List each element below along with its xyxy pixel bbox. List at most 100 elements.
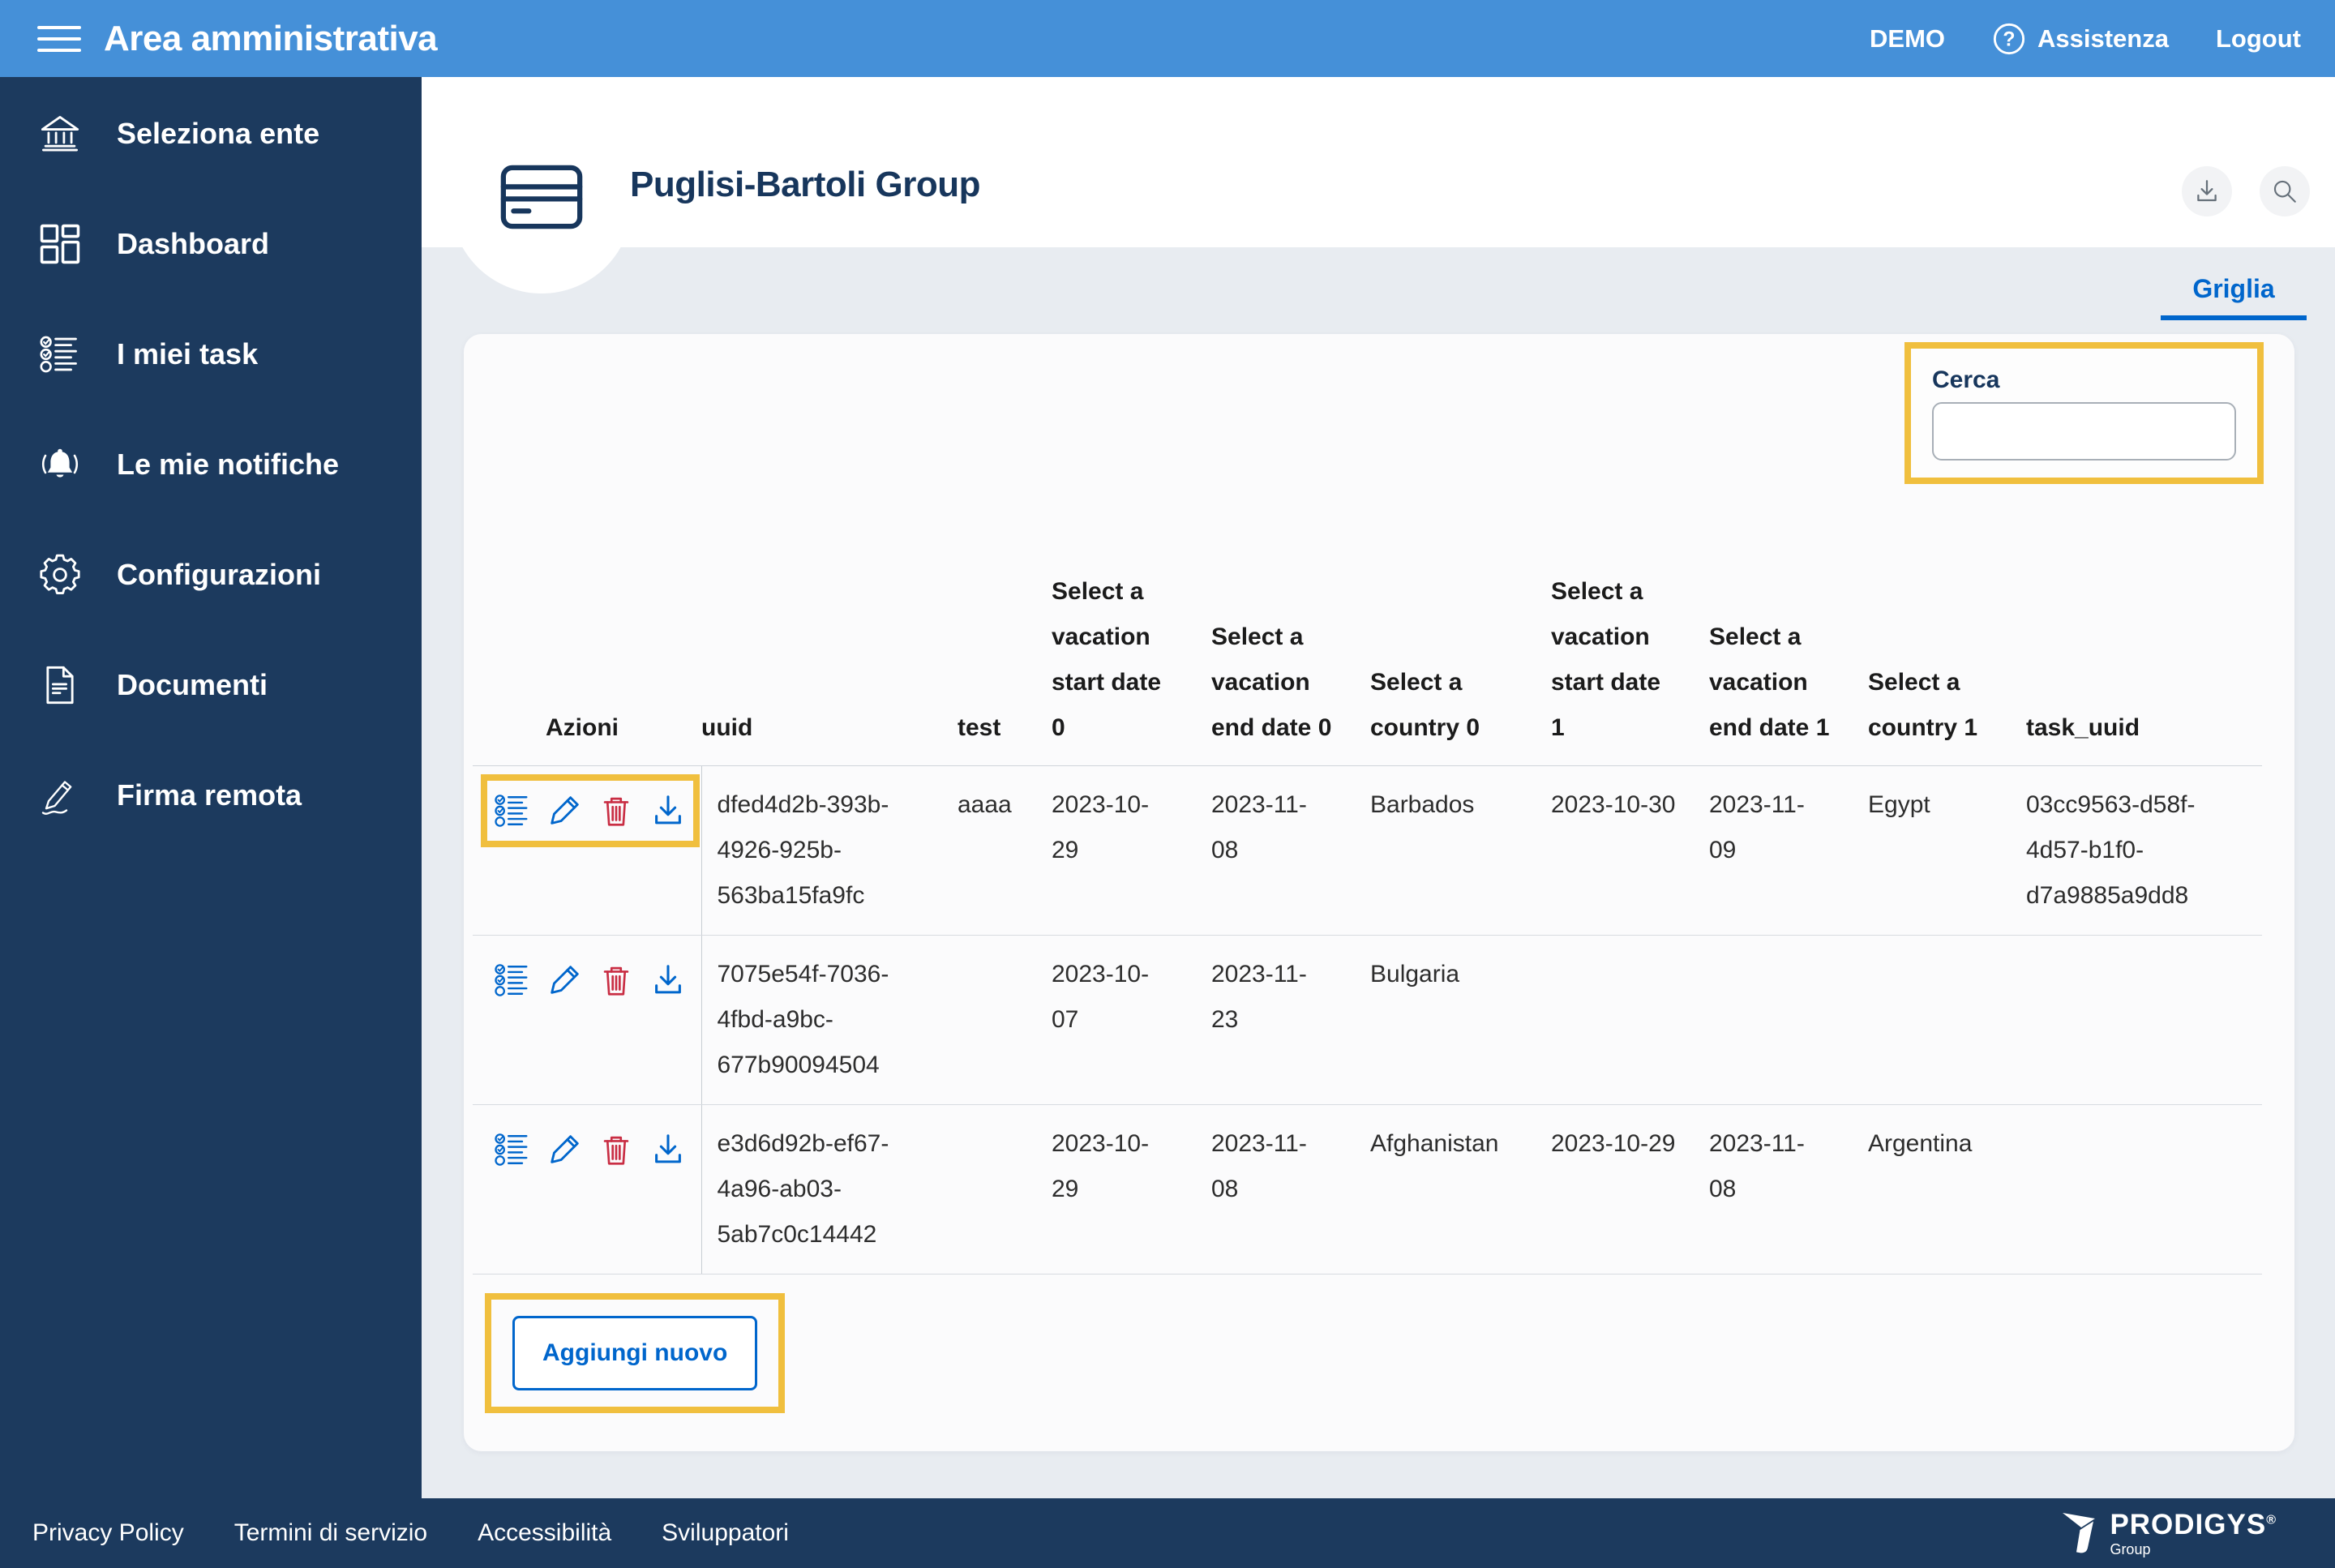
download-icon [649, 962, 687, 999]
page-header: Puglisi-Bartoli Group Griglia [422, 77, 2335, 247]
cell-start-date-0: 2023-10-29 [1052, 1105, 1211, 1275]
document-icon [39, 664, 81, 706]
cell-end-date-0: 2023-11-23 [1211, 936, 1370, 1105]
checklist-icon [494, 792, 531, 829]
download-icon [649, 1131, 687, 1168]
question-circle-icon [1992, 22, 2026, 56]
cell-country-1: Argentina [1868, 1105, 2026, 1275]
logo-name: PRODIGYS [2110, 1509, 2266, 1540]
cell-start-date-0: 2023-10-07 [1052, 936, 1211, 1105]
logout-link[interactable]: Logout [2216, 24, 2301, 54]
prodigys-logo-icon [2061, 1510, 2097, 1556]
sidebar-item-firma-remota[interactable]: Firma remota [0, 767, 422, 824]
cell-uuid: e3d6d92b-ef67-4a96-ab03-5ab7c0c14442 [701, 1105, 958, 1275]
sidebar-item-label: I miei task [117, 337, 258, 371]
checklist-icon [494, 1131, 531, 1168]
column-header-task-uuid: task_uuid [2026, 569, 2262, 766]
row-delete-button[interactable] [598, 962, 635, 999]
footer-link-privacy[interactable]: Privacy Policy [32, 1519, 184, 1547]
footer: Privacy Policy Termini di servizio Acces… [0, 1498, 2335, 1568]
user-label[interactable]: DEMO [1870, 24, 1945, 54]
table-row: e3d6d92b-ef67-4a96-ab03-5ab7c0c14442 202… [473, 1105, 2262, 1275]
export-button[interactable] [2182, 166, 2232, 216]
row-detail-button[interactable] [494, 1131, 531, 1168]
add-new-button[interactable]: Aggiungi nuovo [512, 1316, 757, 1390]
cell-test: aaaa [958, 766, 1052, 936]
prodigys-logo-text: PRODIGYS® Group [2110, 1510, 2277, 1557]
cell-uuid: 7075e54f-7036-4fbd-a9bc-677b90094504 [701, 936, 958, 1105]
cell-task-uuid [2026, 1105, 2262, 1275]
row-edit-button[interactable] [546, 1131, 583, 1168]
cell-uuid: dfed4d2b-393b-4926-925b-563ba15fa9fc [701, 766, 958, 936]
sidebar: Seleziona ente Dashboard I miei task Le … [0, 77, 422, 1498]
data-grid: Azioni uuid test Select a vacation start… [473, 569, 2262, 1275]
topbar: Area amministrativa DEMO Assistenza Logo… [0, 0, 2335, 77]
sidebar-item-le-mie-notifiche[interactable]: Le mie notifiche [0, 436, 422, 493]
sidebar-item-seleziona-ente[interactable]: Seleziona ente [0, 105, 422, 162]
actions-group [481, 944, 700, 1017]
search-label: Cerca [1932, 366, 2236, 394]
cell-end-date-1 [1709, 936, 1868, 1105]
grid-card: Cerca Azioni uuid test Select a vacation… [464, 334, 2294, 1451]
column-header-end-date-1: Select a vacation end date 1 [1709, 569, 1868, 766]
actions-highlight [481, 774, 700, 847]
sidebar-item-documenti[interactable]: Documenti [0, 657, 422, 713]
row-detail-button[interactable] [494, 962, 531, 999]
row-edit-button[interactable] [546, 792, 583, 829]
footer-link-sviluppatori[interactable]: Sviluppatori [662, 1519, 789, 1547]
row-download-button[interactable] [649, 1131, 687, 1168]
search-button[interactable] [2260, 166, 2310, 216]
row-delete-button[interactable] [598, 792, 635, 829]
sidebar-item-label: Configurazioni [117, 558, 321, 592]
row-download-button[interactable] [649, 792, 687, 829]
cell-start-date-1: 2023-10-30 [1551, 766, 1709, 936]
sidebar-item-i-miei-task[interactable]: I miei task [0, 326, 422, 383]
sidebar-item-label: Dashboard [117, 227, 269, 261]
column-header-uuid: uuid [701, 569, 958, 766]
cell-end-date-1: 2023-11-09 [1709, 766, 1868, 936]
actions-cell [473, 766, 701, 936]
cell-end-date-1: 2023-11-08 [1709, 1105, 1868, 1275]
cell-country-0: Afghanistan [1370, 1105, 1551, 1275]
column-header-start-date-0: Select a vacation start date 0 [1052, 569, 1211, 766]
search-icon [2271, 178, 2299, 205]
sidebar-item-configurazioni[interactable]: Configurazioni [0, 546, 422, 603]
checklist-icon [494, 962, 531, 999]
trash-icon [598, 962, 635, 999]
footer-logo: PRODIGYS® Group [2061, 1510, 2335, 1557]
assistance-link[interactable]: Assistenza [1992, 22, 2169, 56]
tab-griglia[interactable]: Griglia [2161, 274, 2307, 320]
cell-start-date-1 [1551, 936, 1709, 1105]
download-icon [2193, 178, 2221, 205]
search-input[interactable] [1932, 402, 2236, 461]
cell-start-date-1: 2023-10-29 [1551, 1105, 1709, 1275]
footer-link-accessibilita[interactable]: Accessibilità [478, 1519, 611, 1547]
row-detail-button[interactable] [494, 792, 531, 829]
row-delete-button[interactable] [598, 1131, 635, 1168]
gear-icon [39, 554, 81, 596]
checklist-icon [39, 333, 81, 375]
column-header-azioni: Azioni [473, 569, 701, 766]
add-new-highlight: Aggiungi nuovo [485, 1293, 785, 1413]
download-icon [649, 792, 687, 829]
sidebar-item-dashboard[interactable]: Dashboard [0, 216, 422, 272]
pencil-icon [546, 1131, 583, 1168]
search-panel: Cerca [1904, 342, 2264, 484]
header-row: Azioni uuid test Select a vacation start… [473, 569, 2262, 766]
cell-task-uuid [2026, 936, 2262, 1105]
sidebar-item-label: Documenti [117, 668, 268, 702]
cell-start-date-0: 2023-10-29 [1052, 766, 1211, 936]
column-header-country-0: Select a country 0 [1370, 569, 1551, 766]
table-row: 7075e54f-7036-4fbd-a9bc-677b90094504 202… [473, 936, 2262, 1105]
main-content: Puglisi-Bartoli Group Griglia Cerca [422, 77, 2335, 1498]
cell-end-date-0: 2023-11-08 [1211, 1105, 1370, 1275]
bank-icon [39, 113, 81, 155]
menu-icon[interactable] [34, 21, 84, 57]
row-download-button[interactable] [649, 962, 687, 999]
table-row: dfed4d2b-393b-4926-925b-563ba15fa9fc aaa… [473, 766, 2262, 936]
column-header-end-date-0: Select a vacation end date 0 [1211, 569, 1370, 766]
sidebar-item-label: Le mie notifiche [117, 448, 339, 482]
row-edit-button[interactable] [546, 962, 583, 999]
footer-link-termini[interactable]: Termini di servizio [234, 1519, 427, 1547]
logo-group-label: Group [2110, 1542, 2277, 1557]
